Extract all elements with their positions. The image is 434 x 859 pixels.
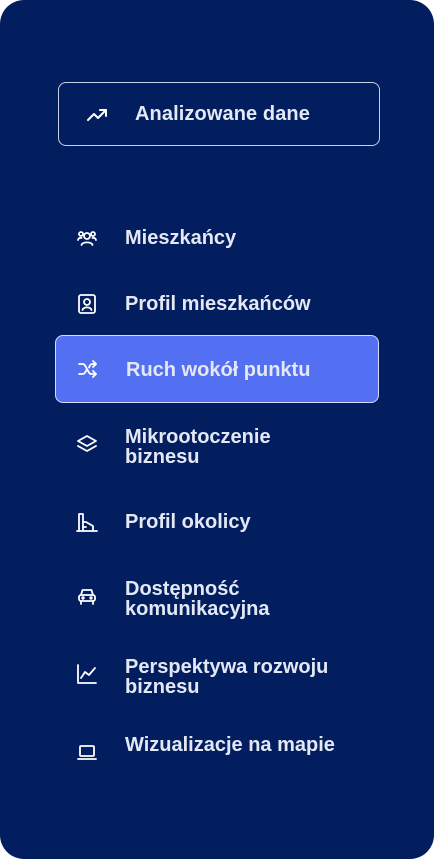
nav-item-area-profile[interactable]: Profil okolicy [55, 500, 379, 544]
nav-item-traffic-around-point[interactable]: Ruch wokół punktu [55, 335, 379, 403]
sidebar-panel: Analizowane dane Mieszkańcy Profil miesz… [0, 0, 434, 859]
building-icon [75, 510, 99, 534]
nav-item-label: Perspektywa rozwoju biznesu [125, 656, 329, 698]
nav-item-label: Ruch wokół punktu [126, 359, 311, 381]
user-profile-icon [75, 292, 99, 316]
nav-item-business-microenvironment[interactable]: Mikrootoczenie biznesu [55, 420, 379, 472]
laptop-icon [75, 740, 99, 764]
line-chart-icon [75, 662, 99, 686]
analyzed-data-label: Analizowane dane [135, 103, 310, 125]
nav-item-transport-accessibility[interactable]: Dostępność komunikacyjna [55, 572, 379, 624]
nav-item-map-visualizations[interactable]: Wizualizacje na mapie [55, 728, 379, 780]
nav-item-label: Wizualizacje na mapie [125, 734, 335, 756]
nav-item-label: Profil okolicy [125, 511, 251, 533]
nav-item-resident-profile[interactable]: Profil mieszkańców [55, 282, 379, 326]
car-icon [75, 584, 99, 608]
nav-item-label: Mikrootoczenie biznesu [125, 426, 271, 468]
nav-item-business-growth-outlook[interactable]: Perspektywa rozwoju biznesu [55, 650, 379, 702]
nav-item-label: Mieszkańcy [125, 227, 237, 249]
trending-up-icon [85, 103, 109, 127]
analyzed-data-button[interactable]: Analizowane dane [58, 82, 380, 146]
layers-icon [75, 432, 99, 456]
shuffle-icon [76, 357, 100, 381]
users-icon [75, 226, 99, 250]
nav-item-residents[interactable]: Mieszkańcy [55, 216, 379, 260]
nav-item-label: Dostępność komunikacyjna [125, 578, 270, 620]
nav-item-label: Profil mieszkańców [125, 293, 311, 315]
